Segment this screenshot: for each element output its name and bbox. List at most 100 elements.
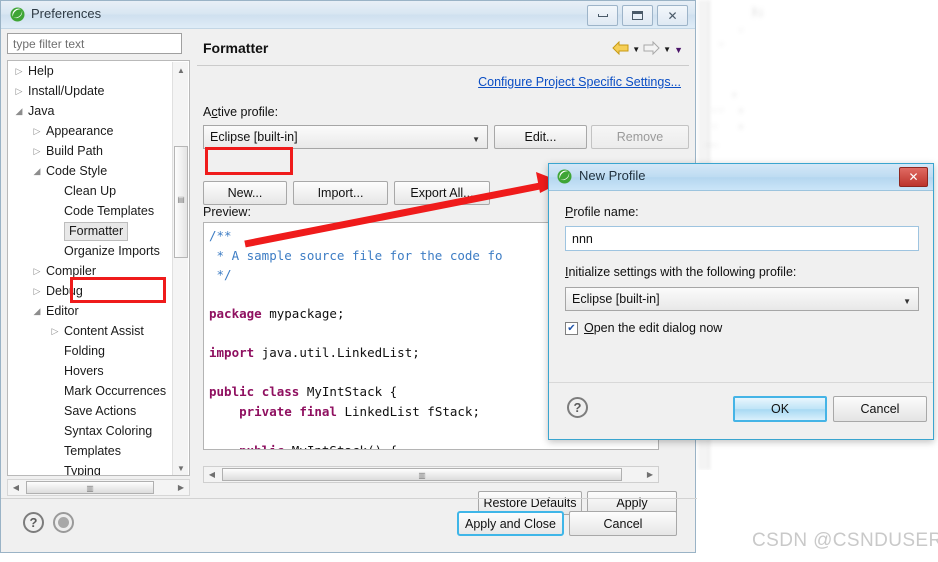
scroll-down-icon[interactable]: ▼	[173, 460, 189, 475]
edit-button[interactable]: Edit...	[494, 125, 587, 149]
sidebar-item-java[interactable]: ◢ Java	[8, 101, 189, 121]
sidebar-item-label: Save Actions	[64, 404, 137, 418]
view-menu-icon[interactable]: ▼	[674, 45, 683, 55]
sidebar-item-mark-occurrences[interactable]: Mark Occurrences	[8, 381, 189, 401]
sidebar-item-organize-imports[interactable]: Organize Imports	[8, 241, 189, 261]
new-button-highlight-annotation	[205, 147, 293, 175]
active-profile-value: Eclipse [built-in]	[210, 130, 298, 144]
filter-placeholder: type filter text	[13, 37, 85, 51]
sidebar-item-content-assist[interactable]: ▷ Content Assist	[8, 321, 189, 341]
minimize-button[interactable]	[587, 5, 618, 26]
scroll-right-icon[interactable]: ▶	[173, 480, 189, 495]
sidebar-item-label: Editor	[46, 304, 79, 318]
preview-hscrollbar-thumb[interactable]: ▥	[222, 468, 622, 481]
tree-scrollbar-thumb[interactable]: ▤	[174, 146, 188, 258]
scroll-up-icon[interactable]: ▲	[173, 62, 189, 78]
chevron-down-icon[interactable]: ◢	[32, 301, 42, 321]
apply-and-close-button[interactable]: Apply and Close	[457, 511, 564, 536]
chevron-right-icon[interactable]: ▷	[32, 121, 42, 141]
back-dropdown-icon[interactable]: ▼	[632, 45, 640, 54]
chevron-down-icon[interactable]: ◢	[32, 161, 42, 181]
sidebar-item-label: Templates	[64, 444, 121, 458]
forward-dropdown-icon[interactable]: ▼	[663, 45, 671, 54]
scroll-right-icon[interactable]: ▶	[642, 467, 658, 482]
code-line: */	[209, 267, 232, 282]
import-button[interactable]: Import...	[293, 181, 388, 205]
sidebar-item-typing[interactable]: Typing	[8, 461, 189, 476]
sidebar-item-build-path[interactable]: ▷ Build Path	[8, 141, 189, 161]
initialize-settings-label: Initialize settings with the following p…	[565, 265, 797, 279]
forward-arrow-icon[interactable]	[643, 40, 660, 58]
preferences-tree[interactable]: ▷ Help ▷ Install/Update ◢ Java ▷ Appearance ▷ Bui…	[7, 60, 190, 476]
chevron-right-icon[interactable]: ▷	[32, 261, 42, 281]
filter-toggle-icon[interactable]	[53, 512, 74, 533]
cancel-button[interactable]: Cancel	[569, 511, 677, 536]
scroll-left-icon[interactable]: ◀	[204, 467, 220, 482]
formatter-highlight-annotation	[70, 277, 166, 303]
sidebar-item-help[interactable]: ▷ Help	[8, 61, 189, 81]
dialog-cancel-button[interactable]: Cancel	[833, 396, 927, 422]
sidebar-item-label: Hovers	[64, 364, 104, 378]
close-icon: ✕	[908, 170, 919, 184]
dialog-titlebar: New Profile ✕	[549, 164, 933, 191]
sidebar-item-code-templates[interactable]: Code Templates	[8, 201, 189, 221]
ok-button[interactable]: OK	[733, 396, 827, 422]
sidebar-item-editor[interactable]: ◢ Editor	[8, 301, 189, 321]
sidebar-item-install-update[interactable]: ▷ Install/Update	[8, 81, 189, 101]
code-line: import java.util.LinkedList;	[209, 345, 420, 360]
sidebar-item-syntax-coloring[interactable]: Syntax Coloring	[8, 421, 189, 441]
sidebar-item-label: Typing	[64, 464, 101, 476]
sidebar-item-label: Clean Up	[64, 184, 117, 198]
scroll-left-icon[interactable]: ◀	[8, 480, 24, 495]
chevron-right-icon[interactable]: ▷	[32, 281, 42, 301]
chevron-right-icon[interactable]: ▷	[50, 321, 60, 341]
sidebar-item-label: Install/Update	[28, 84, 105, 98]
help-icon[interactable]: ?	[567, 397, 588, 418]
profile-name-label: Profile name:	[565, 205, 639, 219]
window-controls: ✕	[587, 5, 688, 26]
back-arrow-icon[interactable]	[612, 40, 629, 58]
sidebar-item-hovers[interactable]: Hovers	[8, 361, 189, 381]
sidebar-item-formatter[interactable]: Formatter	[8, 221, 189, 241]
dialog-close-button[interactable]: ✕	[899, 167, 928, 187]
sidebar-item-folding[interactable]: Folding	[8, 341, 189, 361]
sidebar-item-label: Code Style	[46, 164, 108, 178]
sidebar-item-code-style[interactable]: ◢ Code Style	[8, 161, 189, 181]
profile-name-input[interactable]: nnn	[565, 226, 919, 251]
close-button[interactable]: ✕	[657, 5, 688, 26]
sidebar-item-templates[interactable]: Templates	[8, 441, 189, 461]
filter-input[interactable]: type filter text	[7, 33, 182, 54]
tree-vertical-scrollbar[interactable]: ▲ ▤ ▼	[172, 62, 189, 475]
code-preview-text: /** * A sample source file for the code …	[209, 226, 503, 449]
chevron-right-icon[interactable]: ▷	[14, 81, 24, 101]
initialize-profile-combo[interactable]: Eclipse [built-in] ▼	[565, 287, 919, 311]
initialize-profile-value: Eclipse [built-in]	[572, 292, 660, 306]
preview-horizontal-scrollbar[interactable]: ◀ ▥ ▶	[203, 466, 659, 483]
new-button[interactable]: New...	[203, 181, 287, 205]
tree-hscrollbar-thumb[interactable]: ▥	[26, 481, 154, 494]
import-button-label: Import...	[317, 186, 364, 200]
scrollbar-grip-icon: ▤	[177, 195, 185, 204]
help-icon[interactable]: ?	[23, 512, 44, 533]
sidebar-item-clean-up[interactable]: Clean Up	[8, 181, 189, 201]
apply-and-close-label: Apply and Close	[464, 516, 557, 531]
sidebar-item-appearance[interactable]: ▷ Appearance	[8, 121, 189, 141]
csdn-watermark: CSDN @CSNDUSER	[752, 530, 938, 551]
chevron-down-icon[interactable]: ◢	[14, 101, 24, 121]
footer-divider	[1, 498, 697, 499]
chevron-right-icon[interactable]: ▷	[32, 141, 42, 161]
sidebar-item-label: Folding	[64, 344, 105, 358]
sidebar-item-save-actions[interactable]: Save Actions	[8, 401, 189, 421]
sidebar-item-label: Organize Imports	[64, 244, 160, 258]
page-title: Formatter	[203, 40, 269, 56]
open-edit-dialog-checkbox[interactable]: ✔	[565, 322, 578, 335]
configure-project-specific-settings-link[interactable]: Configure Project Specific Settings...	[478, 75, 681, 89]
tree-horizontal-scrollbar[interactable]: ◀ ▥ ▶	[7, 479, 190, 496]
export-all-button[interactable]: Export All...	[394, 181, 490, 205]
maximize-button[interactable]	[622, 5, 653, 26]
active-profile-combo[interactable]: Eclipse [built-in] ▼	[203, 125, 488, 149]
chevron-right-icon[interactable]: ▷	[14, 61, 24, 81]
